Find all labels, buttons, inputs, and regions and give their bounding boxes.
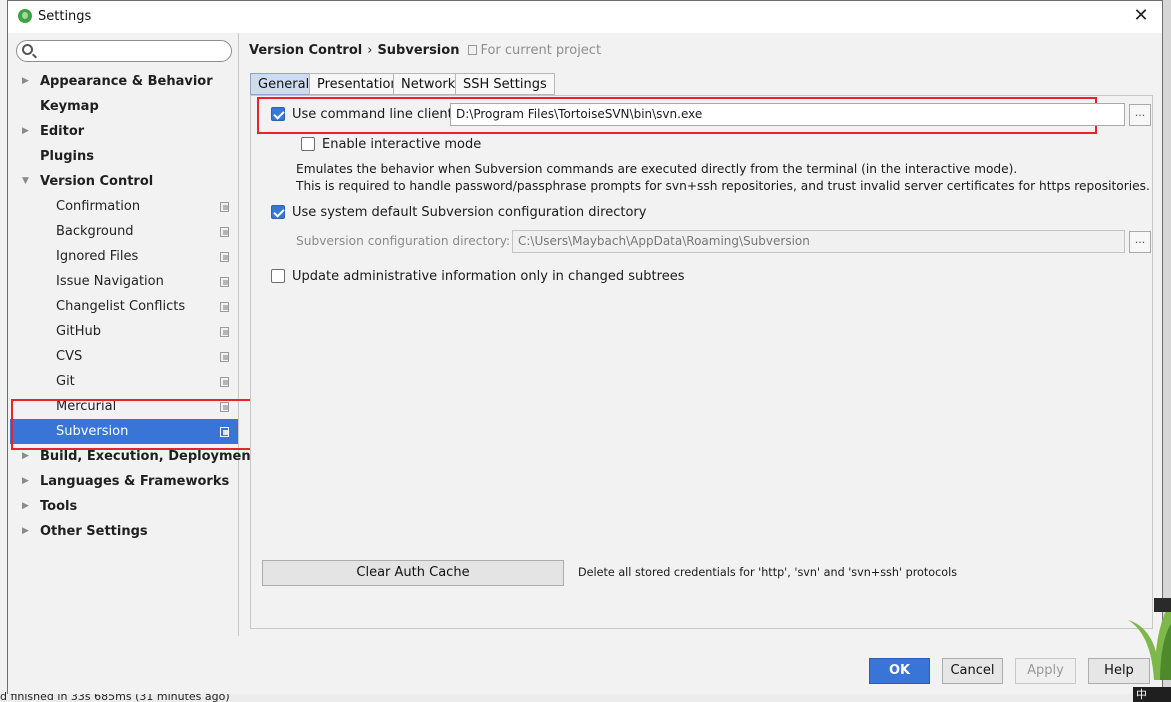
use-system-config-checkbox[interactable] <box>271 205 285 219</box>
tab-presentation[interactable]: Presentation <box>309 73 407 95</box>
project-settings-icon <box>220 277 229 287</box>
tree-item-git[interactable]: Git <box>8 369 239 394</box>
collapsed-arrow-icon[interactable]: ▶ <box>22 469 29 494</box>
interactive-mode-checkbox[interactable] <box>301 137 315 151</box>
update-admin-checkbox[interactable] <box>271 269 285 283</box>
project-settings-icon <box>220 227 229 237</box>
tree-item-label: GitHub <box>56 324 102 339</box>
tree-item-label: Changelist Conflicts <box>56 299 186 314</box>
breadcrumb: Version Control › Subversion For current pr… <box>249 43 601 58</box>
tree-item-label: Ignored Files <box>56 249 139 264</box>
project-settings-icon <box>220 302 229 312</box>
svn-exe-path-field[interactable]: D:\Program Files\TortoiseSVN\bin\svn.exe <box>450 103 1125 126</box>
browse-svn-exe-button[interactable]: ... <box>1129 104 1151 126</box>
window-title: Settings <box>38 9 92 24</box>
tree-item-label: Version Control <box>40 174 154 189</box>
tree-item-appearance-behavior[interactable]: ▶ Appearance & Behavior <box>8 69 239 94</box>
tree-item-label: Editor <box>40 124 85 139</box>
use-system-config-label: Use system default Subversion configurat… <box>292 205 647 220</box>
update-admin-label: Update administrative information only i… <box>292 269 685 284</box>
tree-item-label: Background <box>56 224 134 239</box>
tree-item-languages-frameworks[interactable]: ▶ Languages & Frameworks <box>8 469 239 494</box>
collapsed-arrow-icon[interactable]: ▶ <box>22 69 29 94</box>
expanded-arrow-icon[interactable]: ▼ <box>22 169 29 194</box>
collapsed-arrow-icon[interactable]: ▶ <box>22 494 29 519</box>
apply-button[interactable]: Apply <box>1015 658 1076 684</box>
tree-item-keymap[interactable]: Keymap <box>8 94 239 119</box>
tree-item-changelist-conflicts[interactable]: Changelist Conflicts <box>8 294 239 319</box>
tree-item-github[interactable]: GitHub <box>8 319 239 344</box>
project-settings-icon <box>220 252 229 262</box>
project-icon <box>468 45 478 55</box>
desktop-plant-icon <box>1128 598 1171 680</box>
collapsed-arrow-icon[interactable]: ▶ <box>22 119 29 144</box>
ok-button[interactable]: OK <box>869 658 930 684</box>
clear-auth-cache-description: Delete all stored credentials for 'http'… <box>578 566 958 579</box>
tree-item-cvs[interactable]: CVS <box>8 344 239 369</box>
project-settings-icon <box>220 352 229 362</box>
title-bar: Settings ✕ <box>8 1 1162 33</box>
tree-item-label: Confirmation <box>56 199 141 214</box>
project-settings-icon <box>220 202 229 212</box>
tree-item-editor[interactable]: ▶ Editor <box>8 119 239 144</box>
settings-tree-panel: ▶ Appearance & Behavior Keymap ▶ Editor Plugi… <box>8 33 257 636</box>
tree-item-label: Appearance & Behavior <box>40 74 213 89</box>
tab-network[interactable]: Network <box>393 73 464 95</box>
settings-dialog: Settings ✕ ▶ Appearance & Behavior Keymap ▶… <box>7 0 1163 694</box>
tree-item-label: Issue Navigation <box>56 274 164 289</box>
breadcrumb-separator: › <box>367 43 373 58</box>
use-cmd-client-checkbox[interactable] <box>271 107 285 121</box>
description-line-1: Emulates the behavior when Subversion co… <box>296 162 1018 176</box>
tree-item-label: Other Settings <box>40 524 148 539</box>
config-dir-label: Subversion configuration directory: <box>296 234 511 248</box>
interactive-mode-label: Enable interactive mode <box>322 137 482 152</box>
for-current-project: For current project <box>480 43 602 58</box>
use-cmd-client-label: Use command line client: <box>292 107 458 122</box>
tree-item-issue-navigation[interactable]: Issue Navigation <box>8 269 239 294</box>
tab-ssh-settings[interactable]: SSH Settings <box>455 73 555 95</box>
browse-config-dir-button[interactable]: ... <box>1129 231 1151 253</box>
search-icon <box>22 44 33 55</box>
tree-item-version-control[interactable]: ▼ Version Control <box>8 169 239 194</box>
description-line-2: This is required to handle password/pass… <box>296 179 1150 193</box>
project-settings-icon <box>220 377 229 387</box>
breadcrumb-subversion: Subversion <box>377 43 460 58</box>
project-settings-icon <box>220 327 229 337</box>
search-input[interactable] <box>16 40 232 62</box>
close-button[interactable]: ✕ <box>1128 5 1154 29</box>
tab-general[interactable]: General <box>250 73 318 95</box>
tree-item-background[interactable]: Background <box>8 219 239 244</box>
tree-item-label: Git <box>56 374 75 389</box>
tree-item-plugins[interactable]: Plugins <box>8 144 239 169</box>
cancel-button[interactable]: Cancel <box>942 658 1003 684</box>
tree-item-label: Plugins <box>40 149 94 164</box>
tree-item-confirmation[interactable]: Confirmation <box>8 194 239 219</box>
config-dir-field[interactable]: C:\Users\Maybach\AppData\Roaming\Subvers… <box>512 230 1125 253</box>
highlight-box-tree <box>11 399 256 450</box>
collapsed-arrow-icon[interactable]: ▶ <box>22 519 29 544</box>
tree-item-label: Keymap <box>40 99 99 114</box>
tree-item-other-settings[interactable]: ▶ Other Settings <box>8 519 239 544</box>
tree-item-label: Languages & Frameworks <box>40 474 230 489</box>
tree-item-ignored-files[interactable]: Ignored Files <box>8 244 239 269</box>
tree-item-label: Tools <box>40 499 78 514</box>
app-icon <box>18 9 32 23</box>
tree-item-label: CVS <box>56 349 83 364</box>
breadcrumb-version-control: Version Control <box>249 43 363 58</box>
clear-auth-cache-button[interactable]: Clear Auth Cache <box>262 560 564 586</box>
ime-indicator[interactable]: 中 <box>1133 687 1171 702</box>
dialog-footer: OK Cancel Apply Help <box>8 636 1162 694</box>
tree-item-tools[interactable]: ▶ Tools <box>8 494 239 519</box>
settings-content: Version Control › Subversion For current pr… <box>240 33 1162 636</box>
